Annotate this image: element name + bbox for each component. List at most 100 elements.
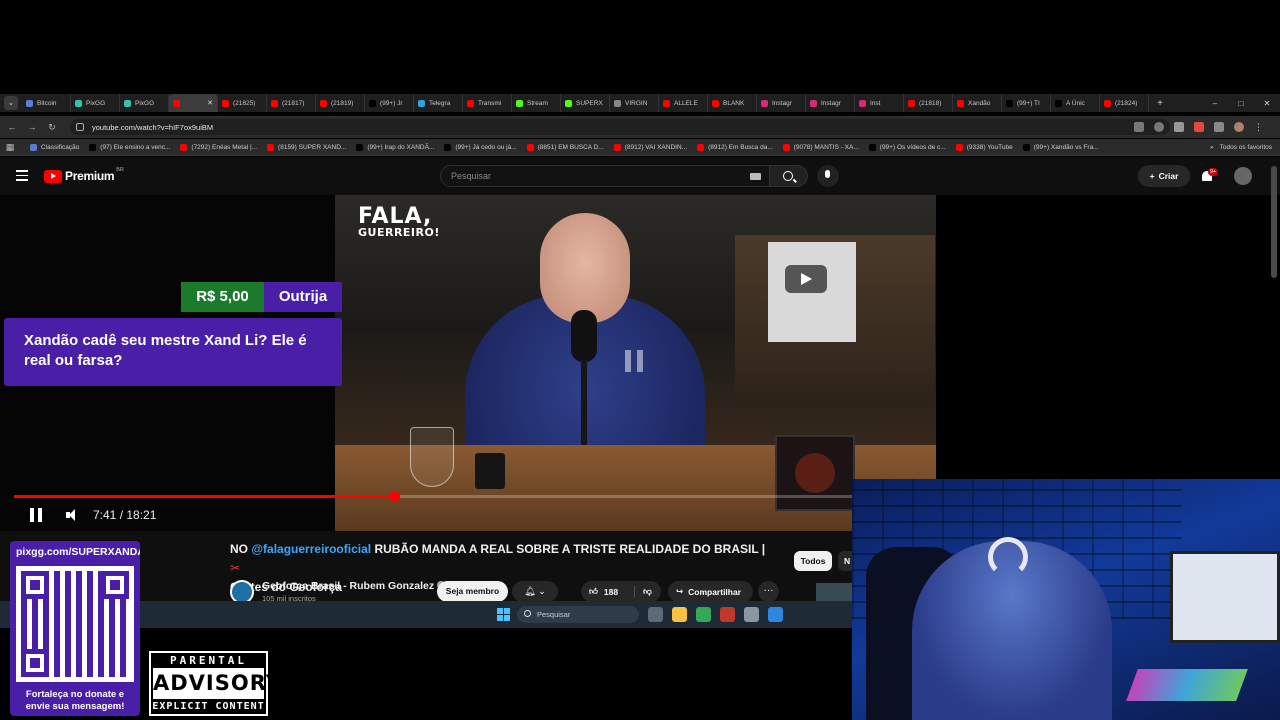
volume-icon[interactable] xyxy=(66,508,80,522)
browser-tab[interactable]: Bitcoin xyxy=(22,94,71,112)
browser-tab[interactable]: Instagr xyxy=(806,94,855,112)
bookmark-item[interactable]: (8159) SUPER XAND... xyxy=(267,143,346,151)
tab-search-chevron-icon[interactable]: ⌄ xyxy=(4,96,18,110)
tab-label: SUPERX xyxy=(576,99,603,107)
bookmark-item[interactable]: (9338) YouTube xyxy=(955,143,1013,151)
bookmark-item[interactable]: (7292) Enéas Metal |... xyxy=(180,143,257,151)
browser-tab[interactable]: Transmi xyxy=(463,94,512,112)
bookmark-item[interactable]: (99+) Xandão vs Fra... xyxy=(1022,143,1099,151)
tab-label: (21824) xyxy=(1115,99,1138,107)
join-membership-button[interactable]: Seja membro xyxy=(437,581,508,602)
progress-bar[interactable] xyxy=(14,491,922,502)
bookmark-star-icon[interactable] xyxy=(1174,122,1184,132)
browser-menu-icon[interactable]: ⋮ xyxy=(1254,122,1263,132)
bookmark-favicon-icon xyxy=(356,143,364,151)
taskbar-task-view-icon[interactable] xyxy=(648,607,663,622)
apps-grid-icon[interactable]: ▦ xyxy=(0,142,20,153)
bookmark-item[interactable]: (8912) Em Busca da... xyxy=(697,143,773,151)
youtube-premium-logo[interactable]: Premium BR xyxy=(44,167,124,183)
browser-tab[interactable]: (21818) xyxy=(904,94,953,112)
browser-tab[interactable]: A Únic xyxy=(1051,94,1100,112)
pause-button[interactable] xyxy=(30,508,42,522)
browser-tab[interactable]: Stream xyxy=(512,94,561,112)
bookmarks-more-icon[interactable]: » xyxy=(1210,144,1214,151)
bookmark-item[interactable]: (99+) Já cedo ou já... xyxy=(444,143,517,151)
browser-tab[interactable]: Xandão xyxy=(953,94,1002,112)
taskbar-explorer-icon[interactable] xyxy=(672,607,687,622)
close-window-button[interactable]: ✕ xyxy=(1254,99,1280,108)
bookmark-item[interactable]: Classificação xyxy=(30,143,79,151)
chip-next[interactable]: N xyxy=(838,551,852,571)
menu-hamburger-icon[interactable] xyxy=(16,170,28,181)
search-input[interactable]: Pesquisar xyxy=(440,165,770,187)
extension-red-icon[interactable] xyxy=(1194,122,1204,132)
taskbar-search-input[interactable]: Pesquisar xyxy=(517,606,639,623)
taskbar-chrome-icon[interactable] xyxy=(696,607,711,622)
browser-tab[interactable]: (21824) xyxy=(1100,94,1149,112)
site-info-icon[interactable] xyxy=(76,123,84,131)
forward-arrow-icon[interactable]: → xyxy=(22,122,42,132)
taskbar-settings-icon[interactable] xyxy=(744,607,759,622)
browser-tab[interactable]: VIRGIN xyxy=(610,94,659,112)
browser-tab[interactable]: (21817) xyxy=(267,94,316,112)
more-actions-button[interactable]: ··· xyxy=(758,581,779,602)
browser-tab[interactable]: (21819) xyxy=(316,94,365,112)
browser-tab[interactable]: Inst xyxy=(855,94,904,112)
cast-icon[interactable] xyxy=(1134,122,1144,132)
profile-avatar-icon[interactable] xyxy=(1234,122,1244,132)
reload-icon[interactable]: ↻ xyxy=(42,122,62,133)
bookmark-item[interactable]: (97) Ele ensino a venc... xyxy=(89,143,171,151)
maximize-button[interactable]: □ xyxy=(1228,99,1254,108)
taskbar-app-red-icon[interactable] xyxy=(720,607,735,622)
bookmark-item[interactable]: (8851) EM BUSCA D... xyxy=(526,143,604,151)
extensions-puzzle-icon[interactable] xyxy=(1214,122,1224,132)
channel-name[interactable]: Geoforça Brasil - Rubem Gonzalez xyxy=(262,580,446,592)
zoom-icon[interactable] xyxy=(1154,122,1164,132)
minimize-button[interactable]: – xyxy=(1202,99,1228,108)
browser-tab[interactable]: Telegra xyxy=(414,94,463,112)
bookmark-label: (97) Ele ensino a venc... xyxy=(100,143,171,151)
tab-label: (21825) xyxy=(233,99,256,107)
chip-all[interactable]: Todos xyxy=(794,551,832,571)
taskbar-app-blue-icon[interactable] xyxy=(768,607,783,622)
all-bookmarks[interactable]: » Todos os favoritos xyxy=(1201,139,1272,155)
bookmark-item[interactable]: (99+) Irap do XANDÃ... xyxy=(356,143,434,151)
subscribed-bell-button[interactable]: 🔔︎ ⌄ xyxy=(512,581,558,602)
browser-tab[interactable]: BLANK xyxy=(708,94,757,112)
browser-tab[interactable]: (99+) Jr xyxy=(365,94,414,112)
video-frame[interactable]: FALA, GUERREIRO! xyxy=(335,195,936,531)
browser-tab[interactable]: SUPERX xyxy=(561,94,610,112)
channel-name-text[interactable]: Geoforça Brasil - Rubem Gonzalez xyxy=(262,580,434,592)
page-scrollbar[interactable] xyxy=(1271,166,1277,278)
next-video-thumbnail[interactable] xyxy=(816,583,852,601)
account-avatar[interactable] xyxy=(1234,167,1252,185)
back-arrow-icon[interactable]: ← xyxy=(2,122,22,132)
video-player[interactable]: FALA, GUERREIRO! R$ 5,00 Outrija Xandão … xyxy=(0,195,936,531)
browser-tab[interactable]: Instagr xyxy=(757,94,806,112)
tab-active[interactable]: ✕ xyxy=(169,94,218,112)
search-button[interactable] xyxy=(770,165,808,187)
share-button[interactable]: ↪ Compartilhar xyxy=(668,581,753,602)
browser-tab[interactable]: (99+) TI xyxy=(1002,94,1051,112)
browser-tab[interactable]: PixGG xyxy=(71,94,120,112)
browser-tab[interactable]: ALLELE xyxy=(659,94,708,112)
voice-search-mic-icon[interactable] xyxy=(817,165,839,187)
browser-tab[interactable]: PixGG xyxy=(120,94,169,112)
bookmark-item[interactable]: (9078) MANTIS - XA... xyxy=(782,143,859,151)
all-bookmarks-label[interactable]: Todos os favoritos xyxy=(1220,144,1272,151)
tab-close-icon[interactable]: ✕ xyxy=(207,99,213,107)
url-field[interactable]: youtube.com/watch?v=hIF7ox9uiBM xyxy=(70,119,1170,135)
thumbs-down-icon[interactable]: 👎︎ xyxy=(634,586,652,597)
create-button[interactable]: + Criar xyxy=(1138,165,1190,187)
bookmark-item[interactable]: (99+) Os vídeos de c... xyxy=(868,143,946,151)
bookmark-item[interactable]: (8912) VAI XANDIN... xyxy=(613,143,687,151)
tab-favicon-icon xyxy=(957,99,964,107)
browser-tab[interactable]: (21825) xyxy=(218,94,267,112)
new-tab-button[interactable]: + xyxy=(1153,98,1167,109)
title-mention-link[interactable]: @falaguerreirooficial xyxy=(251,542,371,556)
browser-tab-bar: ⌄ Bitcoin PixGG PixGG ✕ (21825) (21817) (21819… xyxy=(0,94,1280,112)
wall-youtube-play-icon xyxy=(785,265,827,293)
windows-start-icon[interactable] xyxy=(497,608,510,621)
like-button[interactable]: 👍︎ 188 👎︎ xyxy=(581,581,661,602)
keyboard-icon[interactable] xyxy=(750,173,761,180)
